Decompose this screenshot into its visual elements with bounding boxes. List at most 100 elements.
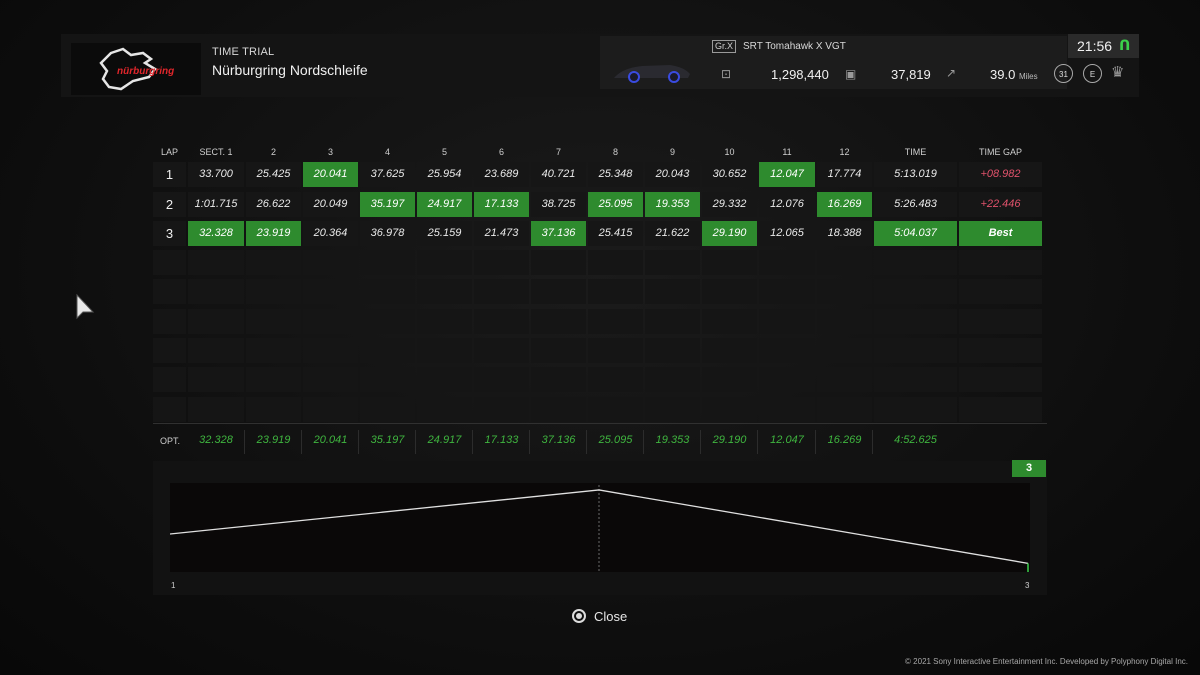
close-label: Close bbox=[594, 608, 628, 624]
empty-cell bbox=[645, 250, 700, 275]
empty-cell bbox=[246, 396, 301, 422]
empty-cell bbox=[645, 337, 700, 363]
sector-time-cell: 37.625 bbox=[360, 162, 415, 187]
empty-cell bbox=[417, 279, 472, 305]
optimal-sector-value: 19.353 bbox=[655, 434, 690, 446]
sector-time-cell: 21.622 bbox=[645, 221, 700, 246]
empty-cell bbox=[474, 396, 529, 422]
empty-cell bbox=[645, 367, 700, 393]
sector-time-cell: 25.348 bbox=[588, 162, 643, 187]
empty-cell bbox=[702, 396, 757, 422]
optimal-sector-value: 37.136 bbox=[541, 434, 576, 446]
track-name: Nürburgring Nordschleife bbox=[212, 62, 368, 78]
optimal-sector-value: 29.190 bbox=[712, 434, 747, 446]
optimal-sector-value: 35.197 bbox=[370, 434, 405, 446]
optimal-sector-value: 20.041 bbox=[313, 434, 348, 446]
optimal-column-separator bbox=[358, 430, 359, 454]
empty-cell bbox=[817, 308, 872, 334]
sector-time-cell: 25.159 bbox=[417, 221, 472, 246]
sector-time-cell: 12.076 bbox=[759, 192, 815, 217]
column-header: 11 bbox=[782, 147, 792, 157]
track-logo: nürburgring bbox=[71, 43, 201, 95]
empty-cell bbox=[360, 337, 415, 363]
column-header: 2 bbox=[270, 147, 276, 157]
column-header: TIME bbox=[904, 147, 927, 157]
distance-value: 39.0 bbox=[990, 67, 1016, 82]
sector-time-cell: 20.364 bbox=[303, 221, 358, 246]
column-header: TIME GAP bbox=[978, 147, 1022, 157]
empty-cell bbox=[702, 250, 757, 275]
empty-cell bbox=[246, 308, 301, 334]
empty-cell bbox=[702, 308, 757, 334]
column-header: 6 bbox=[498, 147, 504, 157]
distance-unit: Miles bbox=[1018, 72, 1038, 81]
empty-cell bbox=[417, 367, 472, 393]
sector-time-cell: 17.774 bbox=[817, 162, 872, 187]
optimal-sector-value: 24.917 bbox=[427, 434, 462, 446]
empty-cell bbox=[303, 250, 358, 275]
empty-cell bbox=[531, 308, 586, 334]
empty-cell bbox=[645, 279, 700, 305]
car-class-badge: Gr.X bbox=[712, 40, 737, 53]
sector-time-cell: 35.197 bbox=[360, 192, 415, 217]
empty-cell bbox=[874, 279, 957, 305]
empty-cell bbox=[588, 396, 643, 422]
sector-time-cell: 32.328 bbox=[188, 221, 244, 246]
empty-cell bbox=[817, 367, 872, 393]
optimal-column-separator bbox=[586, 430, 587, 454]
empty-cell bbox=[360, 279, 415, 305]
column-header: 3 bbox=[327, 147, 333, 157]
credits-value: 1,298,440 bbox=[771, 67, 829, 82]
empty-cell bbox=[759, 396, 815, 422]
sector-time-cell: 29.332 bbox=[702, 192, 757, 217]
sector-time-cell: 29.190 bbox=[702, 221, 757, 246]
empty-cell bbox=[360, 396, 415, 422]
empty-cell bbox=[759, 279, 815, 305]
optimal-column-separator bbox=[757, 430, 758, 454]
sector-time-cell: 20.043 bbox=[645, 162, 700, 187]
lap-time-cell: 5:04.037 bbox=[874, 221, 957, 246]
empty-cell bbox=[360, 308, 415, 334]
mileage-icon: ▣ bbox=[845, 67, 857, 81]
column-header: LAP bbox=[160, 147, 178, 157]
trophy-icon: ♛ bbox=[1111, 64, 1125, 81]
optimal-column-separator bbox=[700, 430, 701, 454]
empty-cell bbox=[874, 396, 957, 422]
sector-time-cell: 37.136 bbox=[531, 221, 586, 246]
empty-cell bbox=[303, 367, 358, 393]
empty-cell bbox=[759, 337, 815, 363]
empty-cell bbox=[817, 337, 872, 363]
optimal-sector-value: 12.047 bbox=[770, 434, 804, 446]
selected-lap-flag[interactable]: 3 bbox=[1012, 460, 1046, 477]
sector-time-cell: 24.917 bbox=[417, 192, 472, 217]
column-header: 12 bbox=[839, 147, 850, 157]
optimal-column-separator bbox=[415, 430, 416, 454]
optimal-lap-time: 4:52.625 bbox=[894, 434, 937, 446]
column-header: 5 bbox=[441, 147, 447, 157]
lap-number: 1 bbox=[153, 162, 186, 187]
lap-graph bbox=[170, 483, 1030, 572]
empty-cell bbox=[246, 250, 301, 275]
optimal-column-separator bbox=[301, 430, 302, 454]
track-logo-icon: nürburgring bbox=[99, 47, 174, 91]
empty-cell bbox=[303, 279, 358, 305]
sector-time-cell: 38.725 bbox=[531, 192, 586, 217]
optimal-column-separator bbox=[815, 430, 816, 454]
empty-cell bbox=[303, 337, 358, 363]
empty-cell bbox=[417, 250, 472, 275]
copyright: © 2021 Sony Interactive Entertainment In… bbox=[905, 657, 1188, 666]
lap-number: 3 bbox=[153, 221, 186, 246]
empty-cell bbox=[874, 337, 957, 363]
column-header: 7 bbox=[555, 147, 561, 157]
license-icon: E bbox=[1083, 64, 1102, 83]
sector-time-cell: 1:01.715 bbox=[188, 192, 244, 217]
event-type: TIME TRIAL bbox=[212, 46, 275, 58]
empty-cell bbox=[153, 337, 186, 363]
table-divider bbox=[153, 423, 1047, 424]
optimal-sector-value: 23.919 bbox=[256, 434, 291, 446]
sector-time-cell: 30.652 bbox=[702, 162, 757, 187]
network-icon: ᑎ bbox=[1119, 37, 1131, 53]
close-button[interactable]: Close bbox=[572, 607, 627, 625]
lap-time-cell: 5:13.019 bbox=[874, 162, 957, 187]
empty-cell bbox=[474, 337, 529, 363]
